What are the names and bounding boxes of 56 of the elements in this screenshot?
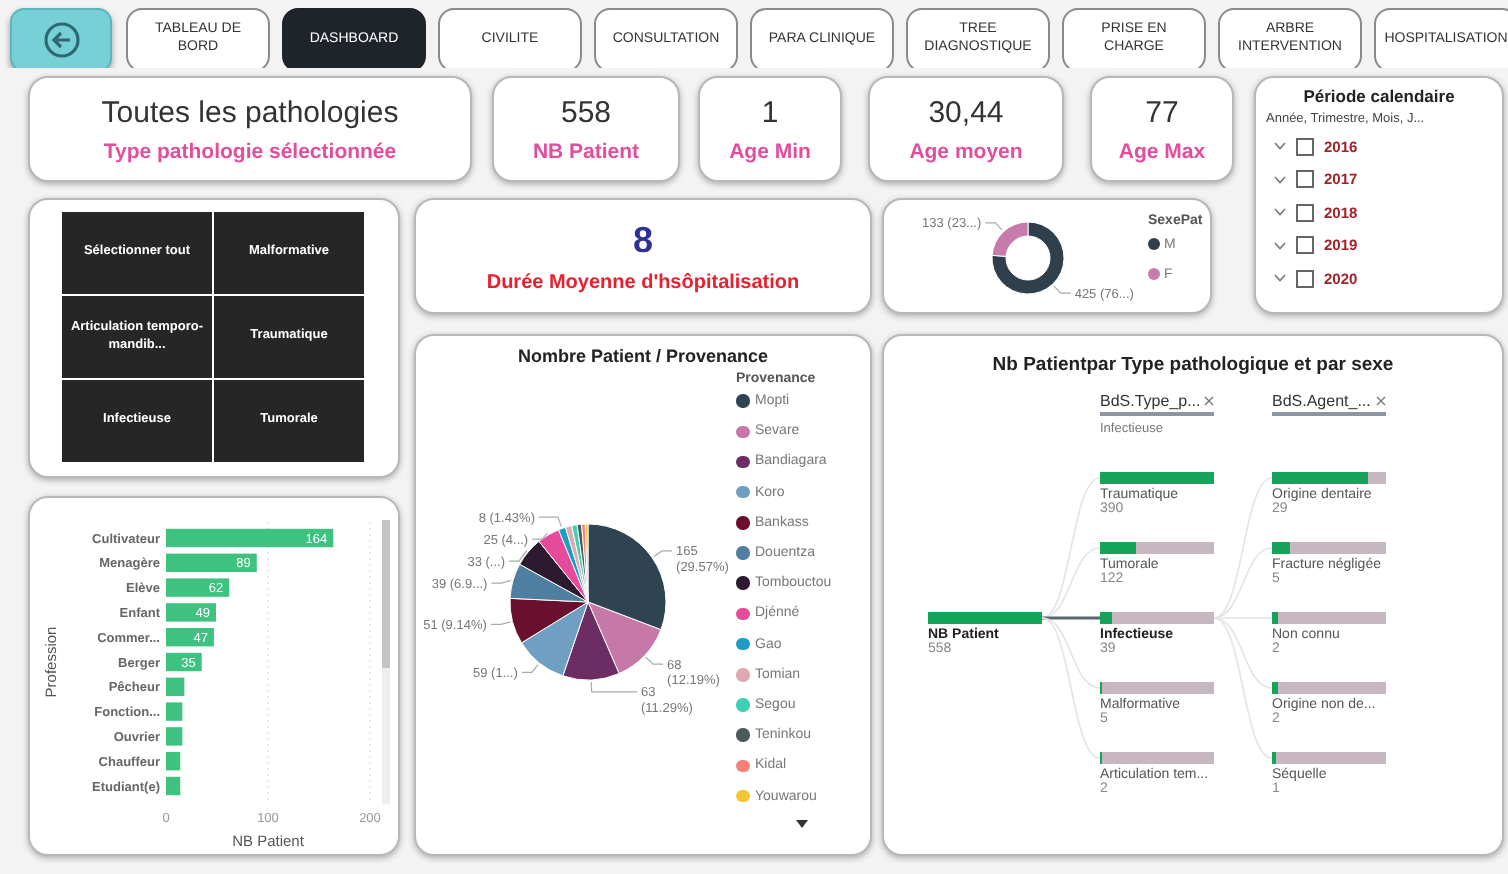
filter-title: Période calendaire [1301, 86, 1457, 106]
kpi-value: 8 [632, 219, 653, 261]
leader-line [1053, 285, 1072, 294]
kpi-caption: NB Patient [532, 139, 640, 163]
checkbox[interactable] [1296, 269, 1314, 288]
level-header[interactable]: BdS.Type_p... [1100, 392, 1214, 416]
bar-track[interactable] [1272, 682, 1386, 694]
level-header-label: BdS.Agent_... [1272, 392, 1371, 410]
leader-line [521, 663, 539, 673]
chevron-icon[interactable] [1274, 175, 1286, 184]
bar-track[interactable] [1272, 542, 1386, 554]
chart-title: Nb Patientpar Type pathologique et par sexe [990, 352, 1396, 376]
kpi-value: 30,44 [928, 95, 1004, 129]
leader-line [490, 621, 512, 626]
bar-track[interactable] [928, 612, 1042, 624]
kpi-caption: Durée Moyenne d'hsôpitalisation [486, 271, 800, 293]
chevron-icon[interactable] [1274, 142, 1286, 151]
bar-track[interactable] [1100, 542, 1214, 554]
back-button[interactable] [10, 8, 112, 68]
bar-track[interactable] [1100, 752, 1214, 764]
checkbox[interactable] [1296, 137, 1314, 156]
close-icon[interactable] [1376, 396, 1386, 406]
leader-line [490, 579, 512, 584]
chart-title: Nombre Patient / Provenance [515, 344, 771, 366]
back-icon [41, 20, 81, 60]
leader-line [531, 532, 548, 540]
scrollbar[interactable] [382, 520, 390, 804]
leader-line [984, 222, 1003, 231]
kpi-caption: Type pathologie sélectionnée [103, 139, 397, 163]
checkbox[interactable] [1296, 203, 1314, 222]
bar-track[interactable] [1100, 472, 1214, 484]
bar-track[interactable] [1272, 752, 1386, 764]
bar-track[interactable] [1272, 612, 1386, 624]
leader-line [590, 681, 638, 693]
chevron-icon[interactable] [1274, 208, 1286, 217]
leader-line [508, 550, 528, 562]
kpi-value: 1 [761, 95, 779, 129]
kpi-value: Toutes les pathologies [101, 95, 399, 129]
level-header[interactable]: BdS.Agent_... [1272, 392, 1386, 416]
kpi-value: 77 [1145, 95, 1179, 129]
checkbox[interactable] [1296, 236, 1314, 255]
leader-line [538, 516, 562, 528]
kpi-caption: Age moyen [909, 139, 1023, 163]
kpi-caption: Age Max [1118, 139, 1206, 163]
chevron-icon[interactable] [1274, 241, 1286, 250]
kpi-caption: Age Min [729, 139, 811, 163]
kpi-value: 558 [560, 95, 612, 129]
caret-icon[interactable] [796, 819, 808, 828]
close-icon[interactable] [1204, 396, 1214, 406]
level-header-label: BdS.Type_p... [1100, 392, 1201, 410]
checkbox[interactable] [1296, 170, 1314, 189]
bar-track[interactable] [1100, 682, 1214, 694]
chevron-icon[interactable] [1274, 274, 1286, 283]
leader-line [653, 550, 673, 558]
leader-line [645, 656, 664, 665]
bar-track[interactable] [1100, 612, 1214, 624]
